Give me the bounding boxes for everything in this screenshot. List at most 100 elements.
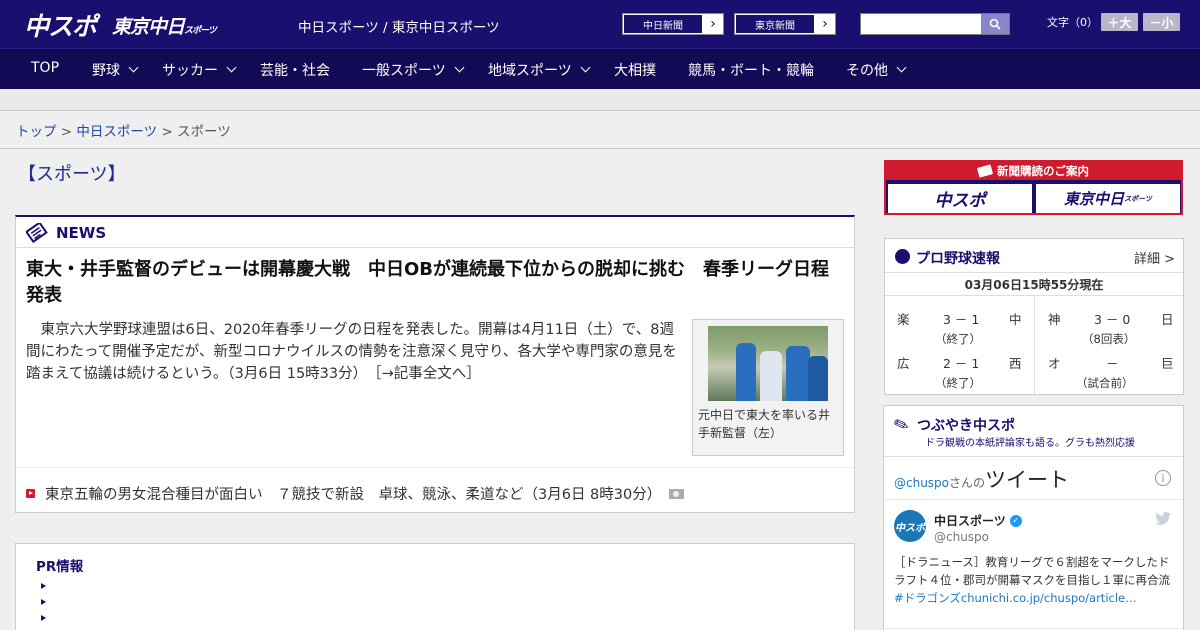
- nav-general-sports[interactable]: 一般スポーツ: [362, 60, 465, 80]
- baseball-scores-panel: プロ野球速報 詳細 > 03月06日15時55分現在 楽 3 － 1 中 （終了…: [884, 238, 1184, 396]
- nav-sumo[interactable]: 大相撲: [614, 60, 656, 80]
- nav-regional-sports[interactable]: 地域スポーツ: [488, 60, 591, 80]
- divider: [884, 456, 1183, 457]
- baseball-title: プロ野球速報: [916, 251, 1000, 267]
- nav-others-label: その他: [846, 63, 888, 79]
- game-status: （8回表）: [1082, 332, 1136, 346]
- site-name: 中日スポーツ / 東京中日スポーツ: [298, 20, 500, 36]
- photo-figure: [808, 356, 828, 401]
- breadcrumb-home[interactable]: トップ: [16, 124, 57, 140]
- tokyo-logo-small: スポーツ: [184, 26, 217, 36]
- subscribe-tokyo-text: 東京中日: [1064, 190, 1125, 208]
- photo-figure: [760, 351, 782, 401]
- nav-soccer[interactable]: サッカー: [162, 60, 237, 80]
- sub-nav-bar: [0, 89, 1200, 111]
- pr-label: PR情報: [36, 559, 84, 575]
- chunichi-shimbun-label: 中日新聞: [624, 15, 702, 33]
- font-smaller-button[interactable]: －小: [1143, 13, 1180, 31]
- subscribe-tokyo-small: スポーツ: [1124, 194, 1152, 203]
- twitter-bird-icon[interactable]: [1155, 512, 1171, 525]
- account-name-text: 中日スポーツ: [934, 514, 1006, 528]
- nav-sumo-label: 大相撲: [614, 63, 656, 79]
- chuspo-logo[interactable]: 中スポ: [24, 7, 97, 43]
- tweet-link[interactable]: #ドラゴンズchunichi.co.jp/chuspo/article…: [894, 591, 1137, 605]
- baseball-icon: [895, 249, 910, 264]
- news-label: NEWS: [56, 224, 107, 242]
- avatar[interactable]: 中スポ: [894, 510, 926, 542]
- divider: [0, 148, 1200, 149]
- breadcrumb-current: スポーツ: [177, 124, 231, 140]
- nav-top-label: TOP: [31, 60, 60, 76]
- chunichi-shimbun-link[interactable]: 中日新聞 ›: [622, 13, 724, 35]
- sub-article-link[interactable]: 東京五輪の男女混合種目が面白い ７競技で新設 卓球、競泳、柔道など（3月6日 8…: [26, 483, 685, 504]
- photo-caption: 元中日で東大を率いる井手新監督（左）: [698, 408, 831, 440]
- nav-entertainment-label: 芸能・社会: [260, 63, 330, 79]
- font-larger-button[interactable]: ＋大: [1101, 13, 1138, 31]
- megaphone-icon: ✎: [890, 413, 913, 438]
- twitter-handle-suffix: さんの: [949, 476, 986, 490]
- site-header: 中スポ 東京中日スポーツ 中日スポーツ / 東京中日スポーツ 中日新聞 › 東京…: [0, 0, 1200, 48]
- home-team: 広: [897, 356, 910, 371]
- font-size-label: 文字（0）: [1047, 16, 1098, 29]
- chevron-down-icon: [454, 62, 465, 73]
- game-score[interactable]: オ － 巨 （試合前）: [1034, 349, 1183, 393]
- tweet-account-handle[interactable]: @chuspo: [934, 530, 989, 544]
- score: 3 － 0: [1094, 312, 1131, 327]
- subscription-header-text: 新聞購読のご案内: [997, 164, 1089, 178]
- twitter-handle-link[interactable]: @chuspo: [894, 476, 949, 490]
- game-score[interactable]: 広 2 － 1 西 （終了）: [885, 349, 1034, 393]
- chevron-right-icon: ›: [710, 16, 716, 32]
- game-status: （終了）: [935, 332, 981, 346]
- news-photo[interactable]: [708, 326, 828, 401]
- camera-icon: [669, 488, 685, 499]
- subscription-banner[interactable]: 新聞購読のご案内 中スポ 東京中日 スポーツ: [884, 160, 1183, 215]
- nav-baseball[interactable]: 野球: [92, 60, 139, 80]
- nav-general-sports-label: 一般スポーツ: [362, 63, 446, 79]
- game-status: （試合前）: [1076, 376, 1134, 390]
- nav-racing-label: 競馬・ボート・競輪: [688, 63, 814, 79]
- game-score[interactable]: 楽 3 － 1 中 （終了）: [885, 305, 1034, 349]
- news-panel: NEWS 東大・井手監督のデビューは開幕慶大戦 中日OBが連続最下位からの脱却に…: [15, 215, 855, 513]
- newspaper-icon: [976, 164, 994, 178]
- divider: [884, 628, 1183, 629]
- pr-panel: PR情報: [15, 543, 855, 630]
- photo-figure: [736, 343, 756, 401]
- pr-item-arrow-icon[interactable]: [41, 615, 46, 621]
- tokyo-chunichi-logo[interactable]: 東京中日スポーツ: [112, 12, 217, 39]
- tokyo-shimbun-link[interactable]: 東京新聞 ›: [734, 13, 836, 35]
- chevron-down-icon: [896, 62, 907, 73]
- breadcrumb-separator: >: [60, 124, 73, 140]
- news-header: NEWS: [16, 217, 854, 248]
- score: 2 － 1: [943, 356, 980, 371]
- pr-item-arrow-icon[interactable]: [41, 583, 46, 589]
- subscribe-tokyo-logo[interactable]: 東京中日 スポーツ: [1036, 184, 1180, 213]
- home-team: 神: [1048, 312, 1061, 327]
- nav-racing[interactable]: 競馬・ボート・競輪: [688, 60, 814, 80]
- nav-top[interactable]: TOP: [31, 60, 59, 76]
- divider: [884, 499, 1183, 500]
- score: 3 － 1: [943, 312, 980, 327]
- game-score[interactable]: 神 3 － 0 日 （8回表）: [1034, 305, 1183, 349]
- tweet-account-name[interactable]: 中日スポーツ ✓: [934, 512, 1022, 529]
- pr-item-arrow-icon[interactable]: [41, 599, 46, 605]
- game-status: （終了）: [935, 376, 981, 390]
- baseball-timestamp: 03月06日15時55分現在: [885, 272, 1183, 296]
- baseball-details-link[interactable]: 詳細 >: [1134, 248, 1175, 267]
- twitter-heading: ツイート: [985, 468, 1070, 492]
- tokyo-logo-text: 東京中日: [112, 16, 185, 38]
- search-input[interactable]: [860, 13, 1010, 35]
- news-headline-link[interactable]: 東大・井手監督のデビューは開幕慶大戦 中日OBが連続最下位からの脱却に挑む 春季…: [26, 257, 846, 309]
- subscribe-chuspo-logo[interactable]: 中スポ: [888, 184, 1032, 213]
- nav-soccer-label: サッカー: [162, 63, 218, 79]
- nav-entertainment[interactable]: 芸能・社会: [260, 60, 330, 80]
- chevron-down-icon: [226, 62, 237, 73]
- breadcrumb-section[interactable]: 中日スポーツ: [76, 124, 157, 140]
- home-team: 楽: [897, 312, 910, 327]
- nav-others[interactable]: その他: [846, 60, 907, 80]
- twitter-panel: ✎ つぶやき中スポ ドラ観戦の本紙評論家も語る。グラも熱烈応援 @chuspoさ…: [883, 405, 1184, 630]
- away-team: 日: [1161, 312, 1174, 327]
- twitter-subtitle: ドラ観戦の本紙評論家も語る。グラも熱烈応援: [925, 438, 1135, 449]
- info-icon[interactable]: i: [1155, 470, 1171, 486]
- search-button[interactable]: [981, 14, 1009, 34]
- main-nav: TOP 野球 サッカー 芸能・社会 一般スポーツ 地域スポーツ 大相撲 競馬・ボ…: [0, 48, 1200, 89]
